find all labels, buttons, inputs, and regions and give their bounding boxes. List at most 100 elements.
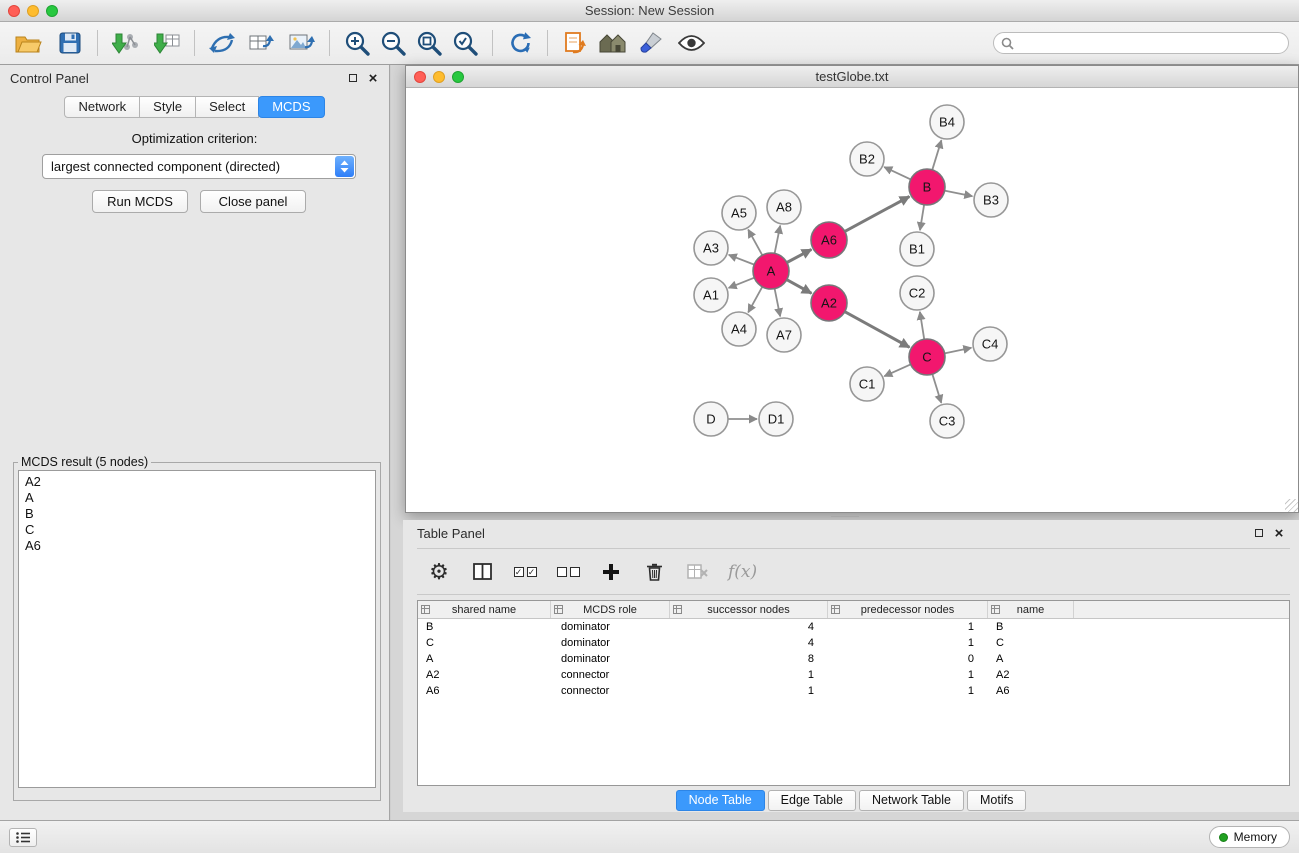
tab-edge-table[interactable]: Edge Table	[768, 790, 856, 811]
zoom-out-button[interactable]	[375, 25, 411, 61]
graph-node-C1[interactable]: C1	[850, 367, 884, 401]
tab-network-table[interactable]: Network Table	[859, 790, 964, 811]
home-button[interactable]	[595, 25, 631, 61]
column-header-name[interactable]: name	[988, 601, 1074, 618]
graph-node-B[interactable]: B	[909, 169, 945, 205]
graph-node-B1[interactable]: B1	[900, 232, 934, 266]
graph-edge-B-B4[interactable]	[932, 140, 941, 170]
zoom-fit-button[interactable]	[411, 25, 447, 61]
result-item[interactable]: C	[25, 522, 369, 538]
graph-node-A7[interactable]: A7	[767, 318, 801, 352]
deselect-all-columns-button[interactable]	[556, 557, 580, 587]
table-row[interactable]: Adominator80A	[418, 651, 1289, 667]
graph-edge-C-C3[interactable]	[932, 374, 941, 403]
graph-edge-A-A3[interactable]	[729, 255, 755, 265]
graph-edge-B-B3[interactable]	[945, 191, 973, 197]
graph-edge-A-A6[interactable]	[787, 249, 812, 262]
graph-node-B4[interactable]: B4	[930, 105, 964, 139]
graph-node-A2[interactable]: A2	[811, 285, 847, 321]
search-input[interactable]	[1018, 34, 1288, 52]
tab-style[interactable]: Style	[139, 96, 196, 118]
graph-edge-C-C2[interactable]	[920, 312, 924, 339]
minimize-network-window-button[interactable]	[433, 71, 445, 83]
graph-edge-B-B1[interactable]	[920, 205, 924, 230]
float-table-panel-button[interactable]	[1251, 525, 1267, 541]
graph-node-A3[interactable]: A3	[694, 231, 728, 265]
open-session-button[interactable]	[10, 25, 46, 61]
graph-node-C3[interactable]: C3	[930, 404, 964, 438]
result-item[interactable]: A6	[25, 538, 369, 554]
result-item[interactable]: A	[25, 490, 369, 506]
import-table-button[interactable]	[149, 25, 185, 61]
column-header-successor-nodes[interactable]: successor nodes	[670, 601, 828, 618]
close-window-button[interactable]	[8, 5, 20, 17]
optimization-select[interactable]: largest connected component (directed)	[42, 154, 356, 179]
graph-node-A1[interactable]: A1	[694, 278, 728, 312]
show-columns-button[interactable]	[470, 557, 494, 587]
graph-node-A8[interactable]: A8	[767, 190, 801, 224]
show-details-button[interactable]	[673, 25, 709, 61]
task-history-button[interactable]	[9, 828, 37, 847]
graph-node-C[interactable]: C	[909, 339, 945, 375]
graph-edge-A-A8[interactable]	[775, 226, 781, 254]
graph-edge-A-A7[interactable]	[775, 289, 781, 317]
tab-node-table[interactable]: Node Table	[676, 790, 765, 811]
graph-node-B2[interactable]: B2	[850, 142, 884, 176]
close-control-panel-button[interactable]: ×	[365, 70, 381, 86]
export-table-button[interactable]	[244, 25, 280, 61]
graph-node-A6[interactable]: A6	[811, 222, 847, 258]
graph-edge-A6-B[interactable]	[845, 197, 910, 232]
graph-node-D1[interactable]: D1	[759, 402, 793, 436]
close-table-panel-button[interactable]: ×	[1271, 525, 1287, 541]
graph-node-B3[interactable]: B3	[974, 183, 1008, 217]
table-row[interactable]: Bdominator41B	[418, 619, 1289, 635]
graph-edge-C-C4[interactable]	[945, 348, 972, 354]
graph-edge-A-A4[interactable]	[748, 287, 762, 313]
window-resize-handle[interactable]	[1285, 499, 1298, 512]
memory-button[interactable]: Memory	[1209, 826, 1290, 848]
save-session-button[interactable]	[52, 25, 88, 61]
export-image-button[interactable]	[284, 25, 320, 61]
table-row[interactable]: Cdominator41C	[418, 635, 1289, 651]
graph-edge-A-A5[interactable]	[748, 230, 762, 256]
minimize-window-button[interactable]	[27, 5, 39, 17]
new-network-button[interactable]	[204, 25, 240, 61]
table-row[interactable]: A2connector11A2	[418, 667, 1289, 683]
tab-motifs[interactable]: Motifs	[967, 790, 1026, 811]
close-network-window-button[interactable]	[414, 71, 426, 83]
zoom-network-window-button[interactable]	[452, 71, 464, 83]
function-builder-button[interactable]: f(x)	[728, 562, 757, 582]
graph-node-A4[interactable]: A4	[722, 312, 756, 346]
run-mcds-button[interactable]: Run MCDS	[92, 190, 188, 213]
style-brush-button[interactable]	[633, 25, 669, 61]
tab-select[interactable]: Select	[195, 96, 259, 118]
graph-edge-A-A1[interactable]	[729, 278, 755, 288]
apply-layout-button[interactable]	[502, 25, 538, 61]
graph-edge-C-C1[interactable]	[884, 364, 910, 376]
float-control-panel-button[interactable]	[345, 70, 361, 86]
delete-table-button[interactable]	[685, 557, 709, 587]
graph-edge-A-A2[interactable]	[787, 280, 812, 294]
zoom-window-button[interactable]	[46, 5, 58, 17]
create-column-button[interactable]	[599, 557, 623, 587]
graph-edge-B-B2[interactable]	[884, 167, 911, 179]
zoom-selected-button[interactable]	[447, 25, 483, 61]
column-header-MCDS-role[interactable]: MCDS role	[551, 601, 670, 618]
graph-edge-A2-C[interactable]	[845, 312, 910, 348]
graph-node-A5[interactable]: A5	[722, 196, 756, 230]
graph-node-D[interactable]: D	[694, 402, 728, 436]
zoom-in-button[interactable]	[339, 25, 375, 61]
graph-node-C2[interactable]: C2	[900, 276, 934, 310]
select-all-columns-button[interactable]: ✓✓	[513, 557, 537, 587]
delete-column-button[interactable]	[642, 557, 666, 587]
import-network-button[interactable]	[107, 25, 143, 61]
tab-mcds[interactable]: MCDS	[258, 96, 324, 118]
table-settings-button[interactable]: ⚙	[427, 557, 451, 587]
graph-node-C4[interactable]: C4	[973, 327, 1007, 361]
close-mcds-panel-button[interactable]: Close panel	[200, 190, 306, 213]
tab-network[interactable]: Network	[64, 96, 140, 118]
graph-node-A[interactable]: A	[753, 253, 789, 289]
result-item[interactable]: A2	[25, 474, 369, 490]
column-header-shared-name[interactable]: shared name	[418, 601, 551, 618]
column-header-predecessor-nodes[interactable]: predecessor nodes	[828, 601, 988, 618]
